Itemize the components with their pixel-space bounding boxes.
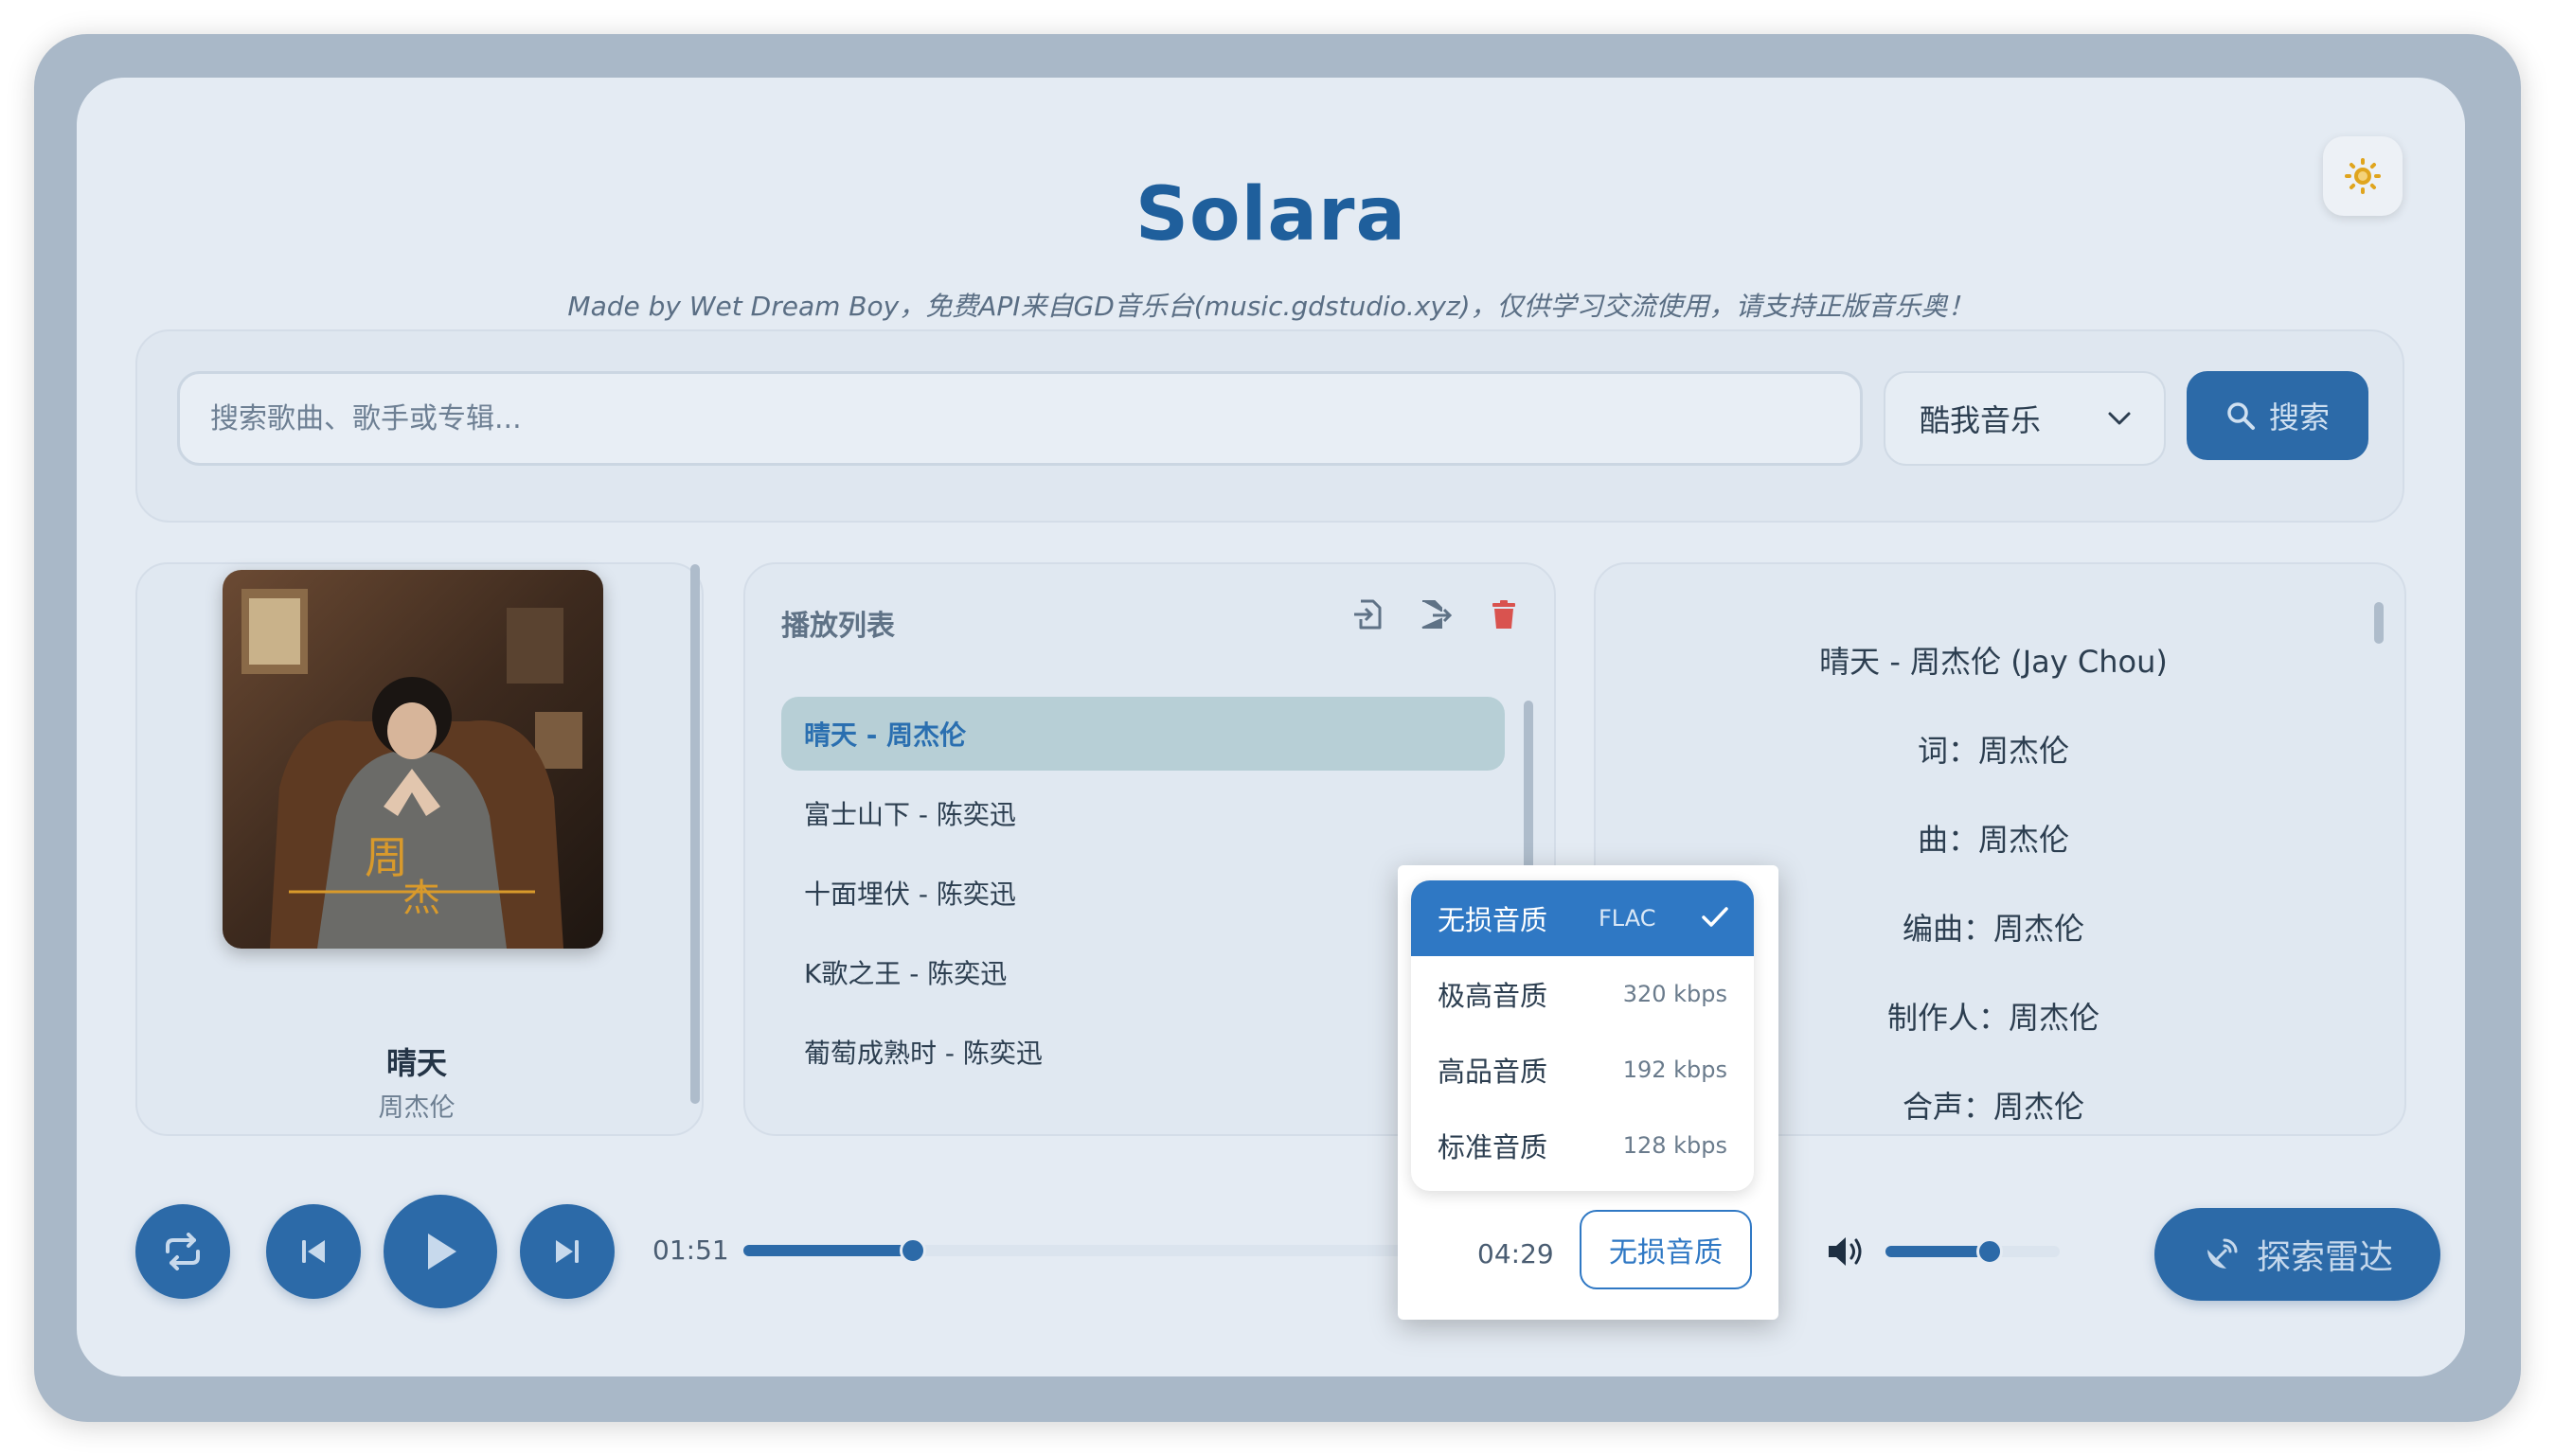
playlist-item[interactable]: 晴天 - 周杰伦	[781, 697, 1505, 771]
export-playlist-button[interactable]	[1420, 598, 1452, 630]
quality-option-very-high[interactable]: 极高音质 320 kbps	[1411, 956, 1754, 1032]
quality-option-rate: 192 kbps	[1622, 1056, 1727, 1083]
satellite-dish-icon	[2207, 1238, 2238, 1269]
quality-menu: 无损音质 FLAC 极高音质 320 kbps 高品音质 192 kbps 标准…	[1411, 880, 1754, 1191]
repeat-mode-button[interactable]	[135, 1204, 230, 1299]
quality-option-label: 高品音质	[1438, 1056, 1548, 1088]
quality-option-label: 极高音质	[1438, 980, 1548, 1012]
file-import-icon	[1354, 599, 1382, 630]
playlist-item[interactable]: 十面埋伏 - 陈奕迅	[781, 856, 1505, 930]
search-input[interactable]	[177, 371, 1863, 466]
skip-back-icon	[302, 1240, 325, 1263]
trash-icon	[1492, 600, 1515, 629]
import-playlist-button[interactable]	[1351, 598, 1384, 630]
sun-icon	[2345, 158, 2381, 194]
volume-handle[interactable]	[1976, 1238, 2004, 1265]
quality-option-high[interactable]: 高品音质 192 kbps	[1411, 1032, 1754, 1108]
progress-bar[interactable]	[743, 1237, 1482, 1264]
next-track-button[interactable]	[520, 1204, 615, 1299]
search-panel: 酷我音乐 搜索	[135, 329, 2404, 523]
cover-lettering: 周	[365, 832, 408, 883]
music-source-select[interactable]: 酷我音乐	[1884, 371, 2166, 466]
quality-option-label: 标准音质	[1438, 1131, 1548, 1163]
scrollbar[interactable]	[2374, 602, 2384, 644]
quality-option-rate: 320 kbps	[1622, 981, 1727, 1007]
window-frame: Solara Made by Wet Dream Boy，免费API来自GD音乐…	[34, 34, 2521, 1422]
duration-time: 04:29	[1477, 1238, 1554, 1270]
svg-text:杰: 杰	[402, 877, 440, 920]
playlist-actions	[1351, 598, 1520, 630]
app-title: Solara	[1135, 172, 1407, 257]
repeat-icon	[166, 1233, 200, 1270]
explore-radar-label: 探索雷达	[2256, 1238, 2393, 1277]
progress-fill	[743, 1245, 914, 1256]
album-cover: 周 杰	[223, 570, 603, 949]
current-time: 01:51	[652, 1234, 729, 1266]
search-button[interactable]: 搜索	[2187, 371, 2368, 460]
checkmark-icon	[1702, 907, 1728, 927]
now-playing-artist: 周杰伦	[378, 1093, 456, 1123]
file-export-icon	[1421, 600, 1452, 629]
quality-popup: 无损音质 FLAC 极高音质 320 kbps 高品音质 192 kbps 标准…	[1398, 865, 1778, 1320]
clear-playlist-button[interactable]	[1488, 598, 1520, 630]
quality-option-standard[interactable]: 标准音质 128 kbps	[1411, 1108, 1754, 1183]
search-button-label: 搜索	[2268, 400, 2330, 435]
now-playing-panel: 周 杰 晴天 周杰伦	[135, 562, 704, 1136]
playlist-heading: 播放列表	[781, 610, 895, 643]
quality-option-rate: FLAC	[1599, 905, 1656, 932]
chevron-down-icon	[2108, 412, 2131, 425]
play-button[interactable]	[384, 1195, 497, 1308]
lyric-line: 词：周杰伦	[1917, 733, 2069, 769]
quality-option-rate: 128 kbps	[1622, 1132, 1727, 1159]
playlist-item[interactable]: K歌之王 - 陈奕迅	[781, 935, 1505, 1009]
previous-track-button[interactable]	[266, 1204, 361, 1299]
progress-handle[interactable]	[900, 1237, 927, 1264]
volume-fill	[1885, 1246, 1991, 1257]
skip-forward-icon	[556, 1240, 579, 1263]
playlist-item[interactable]: 富士山下 - 陈奕迅	[781, 776, 1505, 850]
volume-icon[interactable]	[1827, 1234, 1868, 1269]
theme-toggle-button[interactable]	[2323, 136, 2403, 216]
explore-radar-button[interactable]: 探索雷达	[2154, 1208, 2440, 1301]
lyric-line: 晴天 - 周杰伦 (Jay Chou)	[1819, 644, 2168, 680]
now-playing-title: 晴天	[385, 1045, 447, 1081]
volume-slider[interactable]	[1885, 1238, 2060, 1265]
quality-option-label: 无损音质	[1438, 904, 1548, 936]
play-icon	[428, 1234, 456, 1270]
scrollbar[interactable]	[690, 564, 700, 1104]
search-icon	[2227, 402, 2255, 430]
playlist-item[interactable]: 葡萄成熟时 - 陈奕迅	[781, 1015, 1505, 1089]
music-source-value: 酷我音乐	[1920, 402, 2042, 438]
playlist-list: 晴天 - 周杰伦 富士山下 - 陈奕迅 十面埋伏 - 陈奕迅 K歌之王 - 陈奕…	[781, 697, 1505, 1094]
app-subtitle: Made by Wet Dream Boy，免费API来自GD音乐台(music…	[567, 291, 1974, 322]
quality-option-lossless[interactable]: 无损音质 FLAC	[1411, 880, 1754, 956]
app-container: Solara Made by Wet Dream Boy，免费API来自GD音乐…	[77, 78, 2465, 1376]
quality-toggle-button[interactable]: 无损音质	[1580, 1210, 1752, 1289]
